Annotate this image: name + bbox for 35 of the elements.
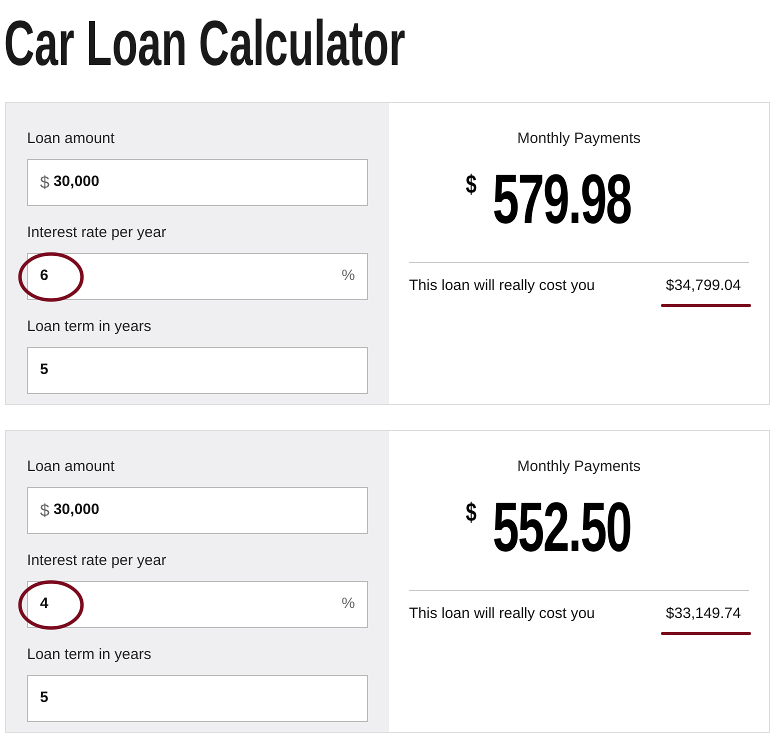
- percent-suffix: %: [342, 266, 355, 286]
- field-label: Loan amount: [27, 129, 116, 149]
- total-cost: $33,149.74: [666, 604, 741, 624]
- currency-symbol: $: [466, 168, 477, 201]
- field-label: Interest rate per year: [27, 551, 168, 571]
- annotation-circle: [17, 579, 85, 631]
- input-field[interactable]: 4 %: [27, 581, 368, 628]
- input-field[interactable]: 5: [27, 347, 368, 394]
- field-label: Loan term in years: [27, 645, 152, 665]
- input-field[interactable]: $ 30,000: [27, 159, 368, 206]
- monthly-payment: 552.50: [493, 487, 632, 567]
- input-field[interactable]: $ 30,000: [27, 487, 368, 534]
- page-title: Car Loan Calculator: [4, 8, 406, 78]
- field-value: 30,000: [53, 172, 100, 192]
- total-cost: $34,799.04: [666, 276, 741, 296]
- result-label: Monthly Payments: [516, 457, 642, 477]
- field-label: Interest rate per year: [27, 223, 168, 243]
- field-value: 4: [40, 594, 50, 614]
- result-label: Monthly Payments: [516, 129, 642, 149]
- field-label: Loan amount: [27, 457, 116, 477]
- input-field[interactable]: 6 %: [27, 253, 368, 300]
- field-value: 6: [40, 266, 50, 286]
- currency-prefix: $: [40, 500, 50, 522]
- cost-label: This loan will really cost you: [409, 604, 595, 624]
- field-value: 5: [40, 688, 50, 708]
- annotation-circle: [17, 251, 85, 303]
- field-value: 30,000: [53, 500, 100, 520]
- monthly-payment: 579.98: [493, 159, 632, 239]
- currency-prefix: $: [40, 172, 50, 194]
- field-label: Loan term in years: [27, 317, 152, 337]
- cost-label: This loan will really cost you: [409, 276, 595, 296]
- currency-symbol: $: [466, 496, 477, 529]
- input-field[interactable]: 5: [27, 675, 368, 722]
- field-value: 5: [40, 360, 50, 380]
- percent-suffix: %: [342, 594, 355, 614]
